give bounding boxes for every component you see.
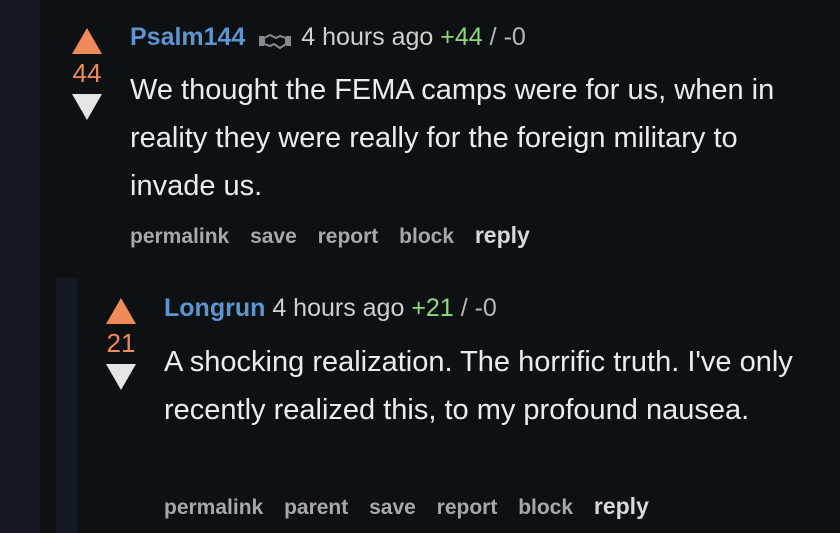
comment-score: 44 <box>72 58 102 88</box>
downvote-count: -0 <box>503 23 526 51</box>
block-button[interactable]: block <box>399 225 454 248</box>
author-link[interactable]: Psalm144 <box>130 23 245 51</box>
comment-score: 21 <box>106 328 136 358</box>
upvote-arrow-icon[interactable] <box>106 298 136 324</box>
save-button[interactable]: save <box>369 496 416 519</box>
comment-body: A shocking realization. The horrific tru… <box>164 346 793 426</box>
downvote-arrow-icon[interactable] <box>72 94 102 120</box>
thread-rail <box>0 0 40 533</box>
upvote-count: +44 <box>440 23 483 51</box>
permalink-button[interactable]: permalink <box>130 225 229 248</box>
handshake-icon <box>258 27 292 50</box>
timestamp: 4 hours ago <box>272 294 405 322</box>
vote-separator: / <box>460 294 468 322</box>
vote-column: 21 <box>96 298 146 390</box>
reply-button[interactable]: reply <box>594 493 649 519</box>
comment-thread: 44 Psalm144 4 hours ago +44 / -0 We thou… <box>0 0 840 533</box>
comment-header: Psalm144 4 hours ago +44 / -0 <box>130 22 526 52</box>
parent-button[interactable]: parent <box>284 496 348 519</box>
vote-column: 44 <box>62 28 112 120</box>
child-thread-rail <box>56 278 78 533</box>
save-button[interactable]: save <box>250 225 297 248</box>
comment-actions: permalink parent save report block reply <box>164 493 664 520</box>
comment-actions: permalink save report block reply <box>130 222 545 249</box>
comment-header: Longrun 4 hours ago +21 / -0 <box>164 293 497 323</box>
author-link[interactable]: Longrun <box>164 294 265 322</box>
comment-body: We thought the FEMA camps were for us, w… <box>130 74 775 202</box>
upvote-arrow-icon[interactable] <box>72 28 102 54</box>
timestamp: 4 hours ago <box>301 23 434 51</box>
report-button[interactable]: report <box>437 496 498 519</box>
upvote-count: +21 <box>411 294 454 322</box>
report-button[interactable]: report <box>318 225 379 248</box>
downvote-arrow-icon[interactable] <box>106 364 136 390</box>
downvote-count: -0 <box>474 294 497 322</box>
permalink-button[interactable]: permalink <box>164 496 263 519</box>
vote-separator: / <box>489 23 497 51</box>
block-button[interactable]: block <box>518 496 573 519</box>
reply-button[interactable]: reply <box>475 222 530 248</box>
